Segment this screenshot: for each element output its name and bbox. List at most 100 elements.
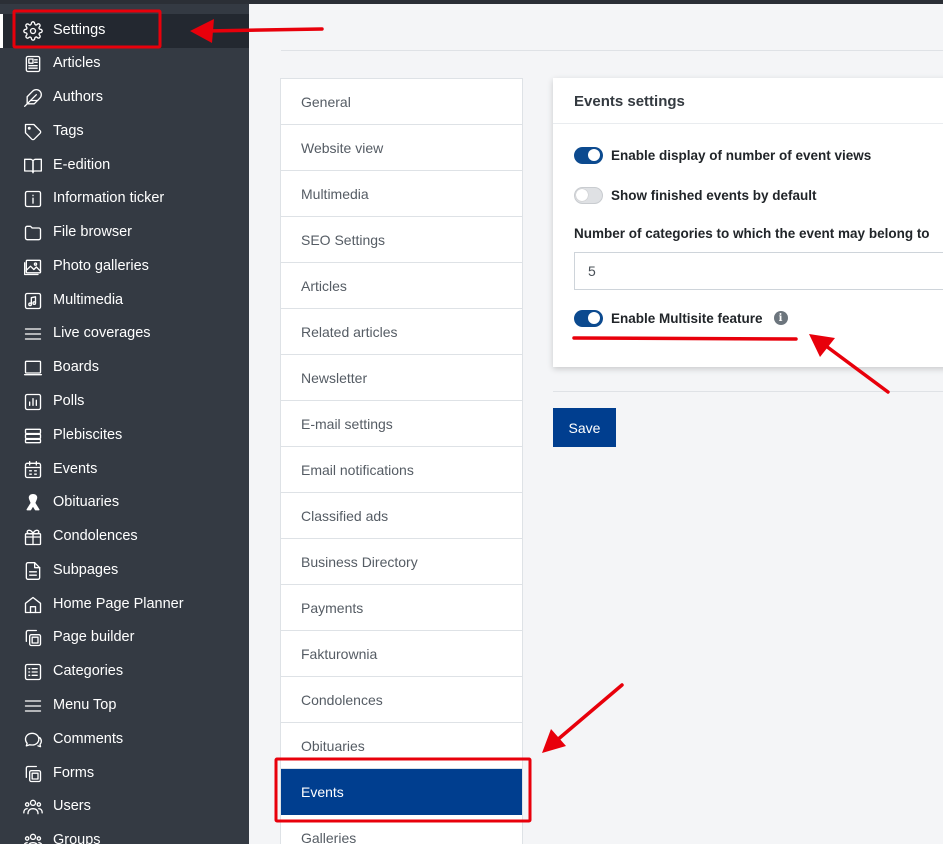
forms-icon [22,764,44,784]
sidebar-item-authors[interactable]: Authors [0,81,249,115]
card-title: Events settings [574,93,685,110]
multisite-toggle[interactable] [574,309,603,327]
subnav-item-condolences[interactable]: Condolences [281,677,522,723]
users-icon [22,797,44,817]
subnav-item-email-notifications[interactable]: Email notifications [281,447,522,493]
subnav-item-payments[interactable]: Payments [281,585,522,631]
sidebar-item-label: Comments [53,731,124,747]
sidebar-item-polls[interactable]: Polls [0,385,249,419]
menu-icon [22,696,44,716]
sidebar-item-home-page-planner[interactable]: Home Page Planner [0,588,249,622]
sidebar-item-multimedia[interactable]: Multimedia [0,284,249,318]
finished-events-toggle[interactable] [574,186,603,204]
copy-icon [22,628,44,648]
gift-icon [22,527,44,547]
sidebar-item-label: Live coverages [53,325,151,341]
subnav-item-newsletter[interactable]: Newsletter [281,355,522,401]
toggle-knob [588,311,600,324]
finished-events-label: Show finished events by default [611,187,817,203]
sidebar-item-categories[interactable]: Categories [0,655,249,689]
sidebar-item-label: Obituaries [53,494,120,510]
images-icon [22,257,44,277]
toggle-knob [588,148,600,161]
subnav-item-classified-ads[interactable]: Classified ads [281,493,522,539]
layers-icon [22,426,44,446]
sidebar-item-label: Menu Top [53,697,117,713]
subnav-item-multimedia[interactable]: Multimedia [281,171,522,217]
subnav-item-e-mail-settings[interactable]: E-mail settings [281,401,522,447]
sidebar-item-subpages[interactable]: Subpages [0,554,249,588]
sidebar-item-e-edition[interactable]: E-edition [0,149,249,183]
subnav-item-fakturownia[interactable]: Fakturownia [281,631,522,677]
categories-count-label: Number of categories to which the event … [574,226,930,241]
sidebar-item-settings[interactable]: Settings [0,14,249,48]
sidebar-item-label: Plebiscites [53,427,123,443]
subnav-item-events[interactable]: Events [281,769,522,815]
sidebar-item-condolences[interactable]: Condolences [0,520,249,554]
subnav-item-seo-settings[interactable]: SEO Settings [281,217,522,263]
arrow-events-line [554,683,624,743]
board-icon [22,358,44,378]
sidebar-item-file-browser[interactable]: File browser [0,216,249,250]
sidebar-item-label: Tags [53,123,84,139]
subnav-item-business-directory[interactable]: Business Directory [281,539,522,585]
sidebar-item-label: Groups [53,832,101,844]
sidebar-item-comments[interactable]: Comments [0,723,249,757]
sidebar-item-label: Home Page Planner [53,596,184,612]
book-icon [22,156,44,176]
divider [553,391,943,392]
sidebar-item-live-coverages[interactable]: Live coverages [0,317,249,351]
folder-icon [22,223,44,243]
arrow-events-head [542,729,566,753]
sidebar-item-plebiscites[interactable]: Plebiscites [0,419,249,453]
sidebar-item-obituaries[interactable]: Obituaries [0,486,249,520]
calendar-icon [22,460,44,480]
sidebar-item-label: Condolences [53,528,138,544]
sidebar-item-menu-top[interactable]: Menu Top [0,689,249,723]
sidebar-item-label: Multimedia [53,292,124,308]
sidebar-item-page-builder[interactable]: Page builder [0,621,249,655]
info-icon[interactable]: i [773,311,788,325]
finished-toggle-row: Show finished events by default [574,185,817,205]
sidebar-item-boards[interactable]: Boards [0,351,249,385]
sidebar-item-tags[interactable]: Tags [0,115,249,149]
card-header: Events settings [553,78,943,124]
multisite-label: Enable Multisite feature [611,310,763,326]
sidebar-item-label: Authors [53,89,103,105]
sidebar-item-label: Boards [53,359,99,375]
subnav-item-related-articles[interactable]: Related articles [281,309,522,355]
views-toggle-row: Enable display of number of event views [574,145,871,165]
subnav-item-articles[interactable]: Articles [281,263,522,309]
sidebar-item-information-ticker[interactable]: Information ticker [0,182,249,216]
newspaper-icon [22,54,44,74]
subnav-item-obituaries[interactable]: Obituaries [281,723,522,769]
settings-subnav: General Website view Multimedia SEO Sett… [280,78,523,844]
music-file-icon [22,291,44,311]
events-settings-card: Events settings Enable display of number… [553,78,943,367]
sidebar-item-label: E-edition [53,157,111,173]
event-views-toggle[interactable] [574,146,603,164]
chat-icon [22,730,44,750]
sidebar-item-photo-galleries[interactable]: Photo galleries [0,250,249,284]
sidebar-item-label: Categories [53,663,124,679]
sidebar-item-label: Photo galleries [53,258,149,274]
tag-icon [22,122,44,142]
subnav-item-website-view[interactable]: Website view [281,125,522,171]
ribbon-icon [22,493,44,513]
sidebar-item-label: Settings [53,22,106,38]
sidebar-item-events[interactable]: Events [0,453,249,487]
sidebar-item-articles[interactable]: Articles [0,47,249,81]
divider [281,50,943,51]
sidebar-item-forms[interactable]: Forms [0,757,249,791]
file-text-icon [22,561,44,581]
sidebar-item-groups[interactable]: Groups [0,824,249,844]
info-square-icon [22,189,44,209]
gear-icon [22,21,44,41]
subnav-item-galleries[interactable]: Galleries [281,815,522,844]
save-button[interactable]: Save [553,408,616,447]
sidebar-item-label: Page builder [53,629,135,645]
sidebar-item-label: Events [53,461,98,477]
sidebar-item-users[interactable]: Users [0,790,249,824]
subnav-item-general[interactable]: General [281,79,522,125]
categories-count-input[interactable]: 5 [574,252,943,290]
